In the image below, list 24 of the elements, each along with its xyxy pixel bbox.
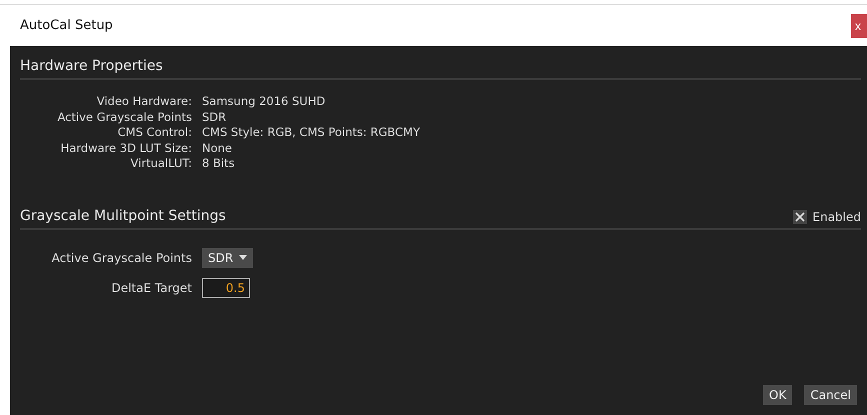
section-title: Hardware Properties	[20, 58, 163, 74]
checkbox-label: Enabled	[812, 210, 861, 224]
property-value: SDR	[202, 110, 228, 125]
property-value: Samsung 2016 SUHD	[202, 94, 326, 110]
dialog-button[interactable]: OK	[763, 385, 792, 405]
field-label: DeltaE Target	[110, 280, 192, 294]
enabled-checkbox[interactable]	[792, 210, 806, 224]
section-title: Grayscale Mulitpoint Settings	[20, 208, 226, 224]
points-dropdown[interactable]: SDR	[202, 248, 254, 268]
dialog-button[interactable]: Cancel	[804, 385, 857, 405]
deltae-input[interactable]: 0.5	[202, 278, 250, 298]
property-value: CMS Style: RGB, CMS Points: RGBCMY	[202, 125, 421, 140]
caret-icon	[239, 255, 248, 260]
property-label: VirtualLUT:	[130, 156, 192, 172]
window-title: AutoCal Setup	[19, 18, 113, 33]
property-label: Hardware 3D LUT Size:	[60, 140, 192, 156]
property-label: CMS Control:	[116, 125, 192, 140]
property-value: None	[202, 140, 234, 156]
check-icon	[794, 212, 804, 222]
field-label: Active Grayscale Points	[50, 250, 192, 264]
property-value: 8 Bits	[202, 156, 236, 172]
property-label: Active Grayscale Points	[56, 110, 192, 125]
property-label: Video Hardware:	[96, 94, 192, 110]
close-button[interactable]: x	[851, 14, 867, 38]
